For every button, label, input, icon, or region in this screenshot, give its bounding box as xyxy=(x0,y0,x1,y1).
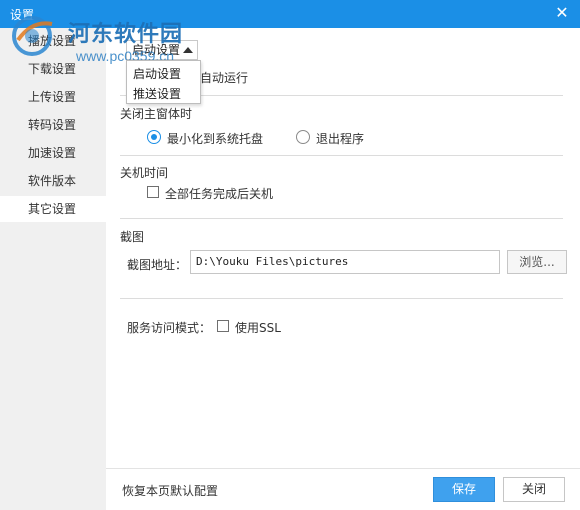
radio-label-exit: 退出程序 xyxy=(316,132,365,146)
title-bar: 设置 ✕ xyxy=(0,0,580,28)
sidebar-item-version[interactable]: 软件版本 xyxy=(0,168,106,194)
section-title-shutdown: 关机时间 xyxy=(120,166,169,180)
sidebar-item-playback[interactable]: 播放设置 xyxy=(0,28,106,54)
radio-exit-program[interactable] xyxy=(296,130,310,144)
screenshot-path-label: 截图地址： xyxy=(127,258,188,272)
divider xyxy=(120,218,563,219)
divider xyxy=(120,298,563,299)
section-title-screenshot: 截图 xyxy=(120,230,145,244)
service-mode-label: 服务访问模式： xyxy=(127,321,212,335)
shutdown-checkbox[interactable] xyxy=(147,186,159,198)
auto-run-label: 自动运行 xyxy=(200,71,249,85)
browse-button[interactable]: 浏览... xyxy=(507,250,567,274)
section-title-close-main: 关闭主窗体时 xyxy=(120,107,193,121)
dropdown-option-push[interactable]: 推送设置 xyxy=(133,85,181,102)
save-button[interactable]: 保存 xyxy=(433,477,495,502)
ssl-checkbox-label: 使用SSL xyxy=(235,321,281,335)
startup-dropdown-menu: 启动设置 推送设置 xyxy=(126,60,201,104)
startup-dropdown-value: 启动设置 xyxy=(132,43,181,57)
window-title: 设置 xyxy=(10,8,35,22)
chevron-up-icon xyxy=(183,47,193,53)
dropdown-option-startup[interactable]: 启动设置 xyxy=(133,65,181,82)
sidebar-item-upload[interactable]: 上传设置 xyxy=(0,84,106,110)
radio-minimize-to-tray[interactable] xyxy=(147,130,161,144)
divider xyxy=(120,155,563,156)
sidebar-item-download[interactable]: 下载设置 xyxy=(0,56,106,82)
shutdown-checkbox-label: 全部任务完成后关机 xyxy=(165,187,274,201)
radio-label-minimize: 最小化到系统托盘 xyxy=(167,132,264,146)
sidebar-item-acceleration[interactable]: 加速设置 xyxy=(0,140,106,166)
close-icon[interactable]: ✕ xyxy=(552,3,572,23)
sidebar: 播放设置 下载设置 上传设置 转码设置 加速设置 软件版本 其它设置 xyxy=(0,28,106,510)
sidebar-item-other[interactable]: 其它设置 xyxy=(0,196,106,222)
close-button[interactable]: 关闭 xyxy=(503,477,565,502)
startup-dropdown[interactable]: 启动设置 xyxy=(126,40,198,60)
screenshot-path-input[interactable]: D:\Youku Files\pictures xyxy=(190,250,500,274)
restore-defaults-link[interactable]: 恢复本页默认配置 xyxy=(122,482,218,499)
ssl-checkbox[interactable] xyxy=(217,320,229,332)
sidebar-item-transcode[interactable]: 转码设置 xyxy=(0,112,106,138)
